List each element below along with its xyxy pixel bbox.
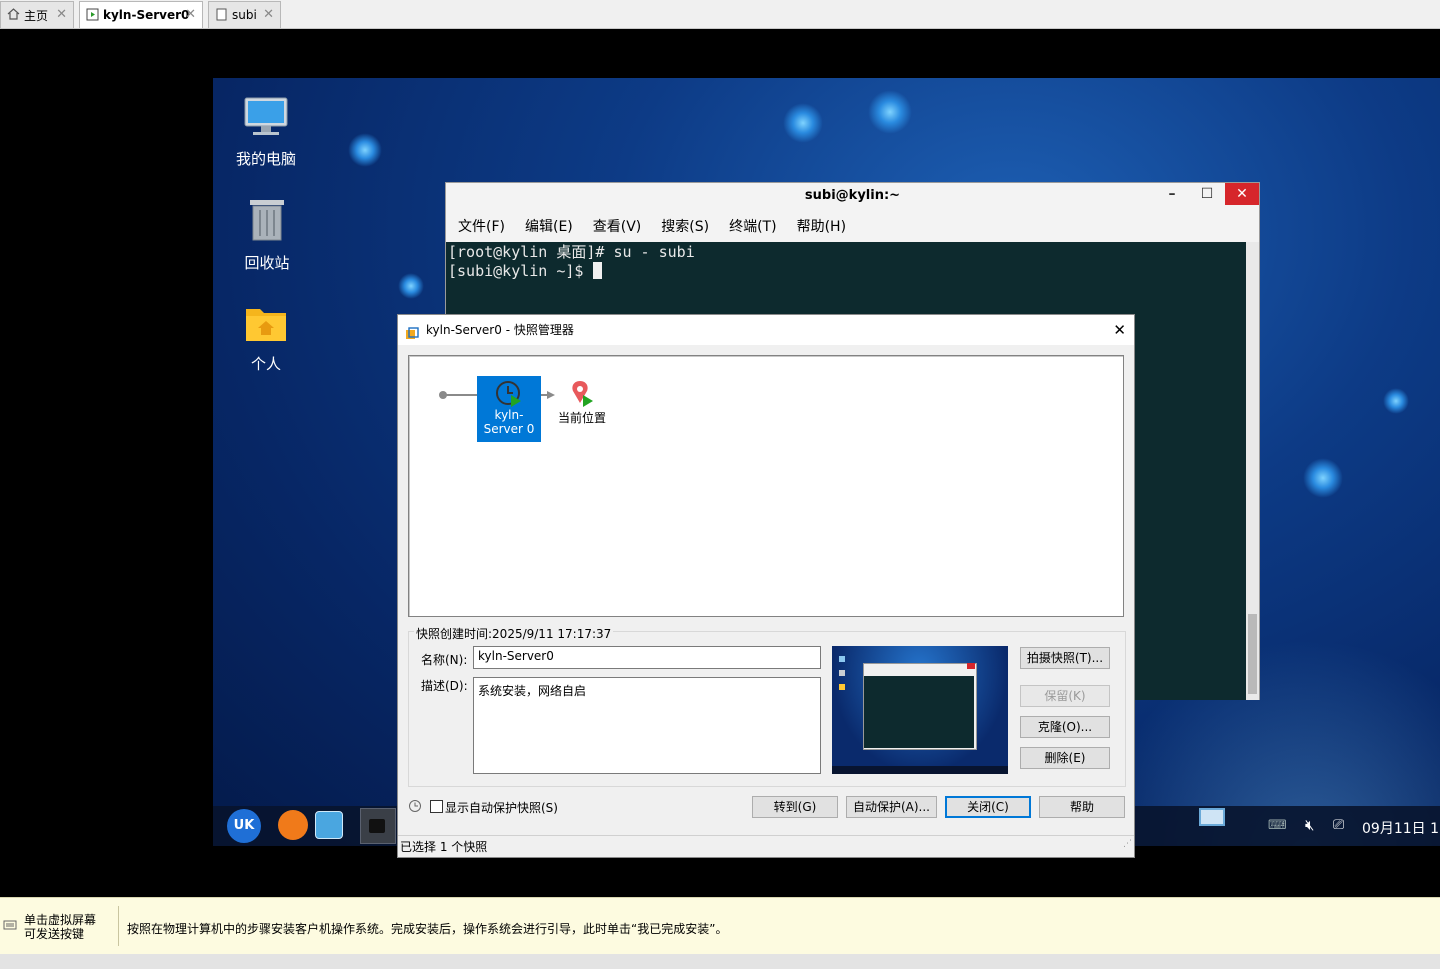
tab-home[interactable]: 主页 ✕ — [0, 1, 74, 28]
close-icon[interactable]: ✕ — [185, 7, 196, 22]
current-position-node[interactable]: 当前位置 — [549, 376, 615, 426]
tab-label: kyln-Server0 — [103, 8, 190, 22]
desktop-icon-my-computer[interactable]: 我的电脑 — [216, 96, 316, 169]
description-label: 描述(D): — [421, 679, 468, 693]
keep-button[interactable]: 保留(K) — [1020, 685, 1110, 707]
close-icon[interactable]: ✕ — [56, 7, 67, 22]
desktop-icon-label: 回收站 — [244, 254, 290, 272]
dialog-title: kyln-Server0 - 快照管理器 — [426, 323, 574, 337]
clock[interactable]: 09月11日 17 — [1362, 818, 1440, 838]
desktop-icon-label: 我的电脑 — [235, 150, 296, 168]
start-menu-icon[interactable]: UK — [227, 809, 261, 843]
selection-status: 已选择 1 个快照 — [400, 840, 488, 854]
name-label: 名称(N): — [421, 653, 468, 667]
hint-line: 可发送按键 — [24, 927, 85, 941]
terminal-line: [root@kylin 桌面]# su - subi — [448, 243, 695, 261]
menu-view[interactable]: 查看(V) — [583, 216, 652, 236]
history-icon — [408, 799, 422, 813]
snapshot-tree-canvas[interactable]: kyln-Server 0 当前位置 — [408, 355, 1124, 617]
page-icon — [214, 8, 228, 22]
autoprotect-button[interactable]: 自动保护(A)... — [846, 796, 937, 818]
menu-help[interactable]: 帮助(H) — [787, 216, 856, 236]
scrollbar-thumb[interactable] — [1248, 614, 1257, 694]
workspace-icon[interactable] — [1199, 808, 1225, 826]
bg-glow — [1383, 388, 1409, 414]
close-icon[interactable]: ✕ — [1225, 183, 1259, 205]
menu-search[interactable]: 搜索(S) — [651, 216, 719, 236]
close-icon[interactable]: ✕ — [1113, 315, 1126, 345]
trash-icon — [217, 198, 317, 246]
terminal-line: [subi@kylin ~]$ — [448, 262, 593, 280]
goto-button[interactable]: 转到(G) — [752, 796, 838, 818]
terminal-line-wrap: [subi@kylin ~]$ — [448, 262, 1245, 281]
vm-icon — [85, 8, 99, 22]
close-icon[interactable]: ✕ — [263, 7, 274, 22]
firefox-icon[interactable] — [278, 810, 308, 840]
divider — [118, 906, 119, 946]
snapshot-description-field[interactable]: 系统安装，网络自启 — [473, 677, 821, 774]
hint-bar: 单击虚拟屏幕 可发送按键 按照在物理计算机中的步骤安装客户机操作系统。完成安装后… — [0, 897, 1440, 955]
file-manager-icon[interactable] — [315, 811, 343, 839]
terminal-icon — [369, 819, 385, 833]
maximize-icon[interactable]: ☐ — [1190, 183, 1224, 205]
tab-label: subi — [232, 8, 257, 22]
delete-button[interactable]: 删除(E) — [1020, 747, 1110, 769]
snapshot-clock-icon — [495, 380, 523, 408]
desktop-icon-label: 个人 — [250, 355, 281, 373]
network-icon[interactable]: ⎚ — [1333, 817, 1344, 833]
autoprotect-checkbox-label[interactable]: 显示自动保护快照(S) — [445, 799, 558, 816]
snapshot-created-time: 快照创建时间:2025/9/11 17:17:37 — [414, 625, 614, 642]
desktop-icon-trash[interactable]: 回收站 — [217, 198, 317, 273]
snapshot-app-icon — [405, 322, 419, 339]
dialog-titlebar[interactable]: kyln-Server0 - 快照管理器 ✕ — [398, 315, 1134, 345]
terminal-menubar: 文件(F) 编辑(E) 查看(V) 搜索(S) 终端(T) 帮助(H) — [446, 209, 1259, 242]
menu-terminal[interactable]: 终端(T) — [719, 216, 786, 236]
snapshot-thumbnail — [832, 646, 1008, 774]
home-icon — [6, 8, 20, 22]
menu-edit[interactable]: 编辑(E) — [515, 216, 583, 236]
bg-glow — [348, 133, 382, 167]
tab-label: 主页 — [24, 8, 49, 23]
computer-icon — [216, 96, 316, 142]
terminal-task-button[interactable] — [360, 808, 396, 844]
home-folder-icon — [216, 303, 316, 347]
bg-glow — [868, 90, 912, 134]
click-screen-hint[interactable]: 单击虚拟屏幕 可发送按键 — [24, 913, 96, 941]
keyboard-icon[interactable]: ⌨ — [1268, 818, 1287, 833]
current-position-label: 当前位置 — [557, 411, 606, 425]
terminal-scrollbar[interactable] — [1246, 242, 1259, 700]
menu-file[interactable]: 文件(F) — [448, 216, 515, 236]
keyboard-hint-icon — [3, 918, 17, 932]
snapshot-name-field[interactable]: kyln-Server0 — [473, 646, 821, 669]
terminal-titlebar[interactable]: subi@kylin:~ – ☐ ✕ — [446, 183, 1259, 209]
tab-kyln-server0[interactable]: kyln-Server0 ✕ — [79, 1, 203, 28]
tab-subi[interactable]: subi ✕ — [208, 1, 281, 28]
install-hint-message: 按照在物理计算机中的步骤安装客户机操作系统。完成安装后，操作系统会进行引导，此时… — [127, 922, 728, 936]
terminal-cursor — [592, 262, 602, 279]
close-button[interactable]: 关闭(C) — [945, 796, 1031, 818]
volume-muted-icon[interactable]: 🔇︎ — [1305, 816, 1314, 834]
autoprotect-checkbox[interactable] — [430, 800, 443, 813]
snapshot-node-selected[interactable]: kyln-Server 0 — [477, 376, 541, 442]
hint-line: 单击虚拟屏幕 — [24, 913, 97, 927]
snapshot-node-label: kyln-Server 0 — [483, 408, 535, 436]
bg-glow — [783, 103, 823, 143]
host-tab-bar: 主页 ✕ kyln-Server0 ✕ subi ✕ — [0, 0, 1440, 29]
help-button[interactable]: 帮助 — [1039, 796, 1125, 818]
minimize-icon[interactable]: – — [1155, 183, 1189, 205]
clone-button[interactable]: 克隆(O)... — [1020, 716, 1110, 738]
desktop-icon-home[interactable]: 个人 — [216, 303, 316, 374]
take-snapshot-button[interactable]: 拍摄快照(T)... — [1020, 647, 1110, 669]
location-pin-icon — [569, 379, 595, 409]
bg-glow — [1303, 458, 1343, 498]
snapshot-manager-dialog[interactable]: kyln-Server0 - 快照管理器 ✕ kyln-Server 0 当前位… — [397, 314, 1135, 858]
resize-grip-icon[interactable]: ⋰ — [1123, 833, 1132, 855]
host-statusbar — [0, 954, 1440, 969]
bg-glow — [398, 273, 424, 299]
dialog-statusbar: 已选择 1 个快照 ⋰ — [398, 835, 1134, 857]
terminal-title: subi@kylin:~ — [804, 188, 901, 203]
